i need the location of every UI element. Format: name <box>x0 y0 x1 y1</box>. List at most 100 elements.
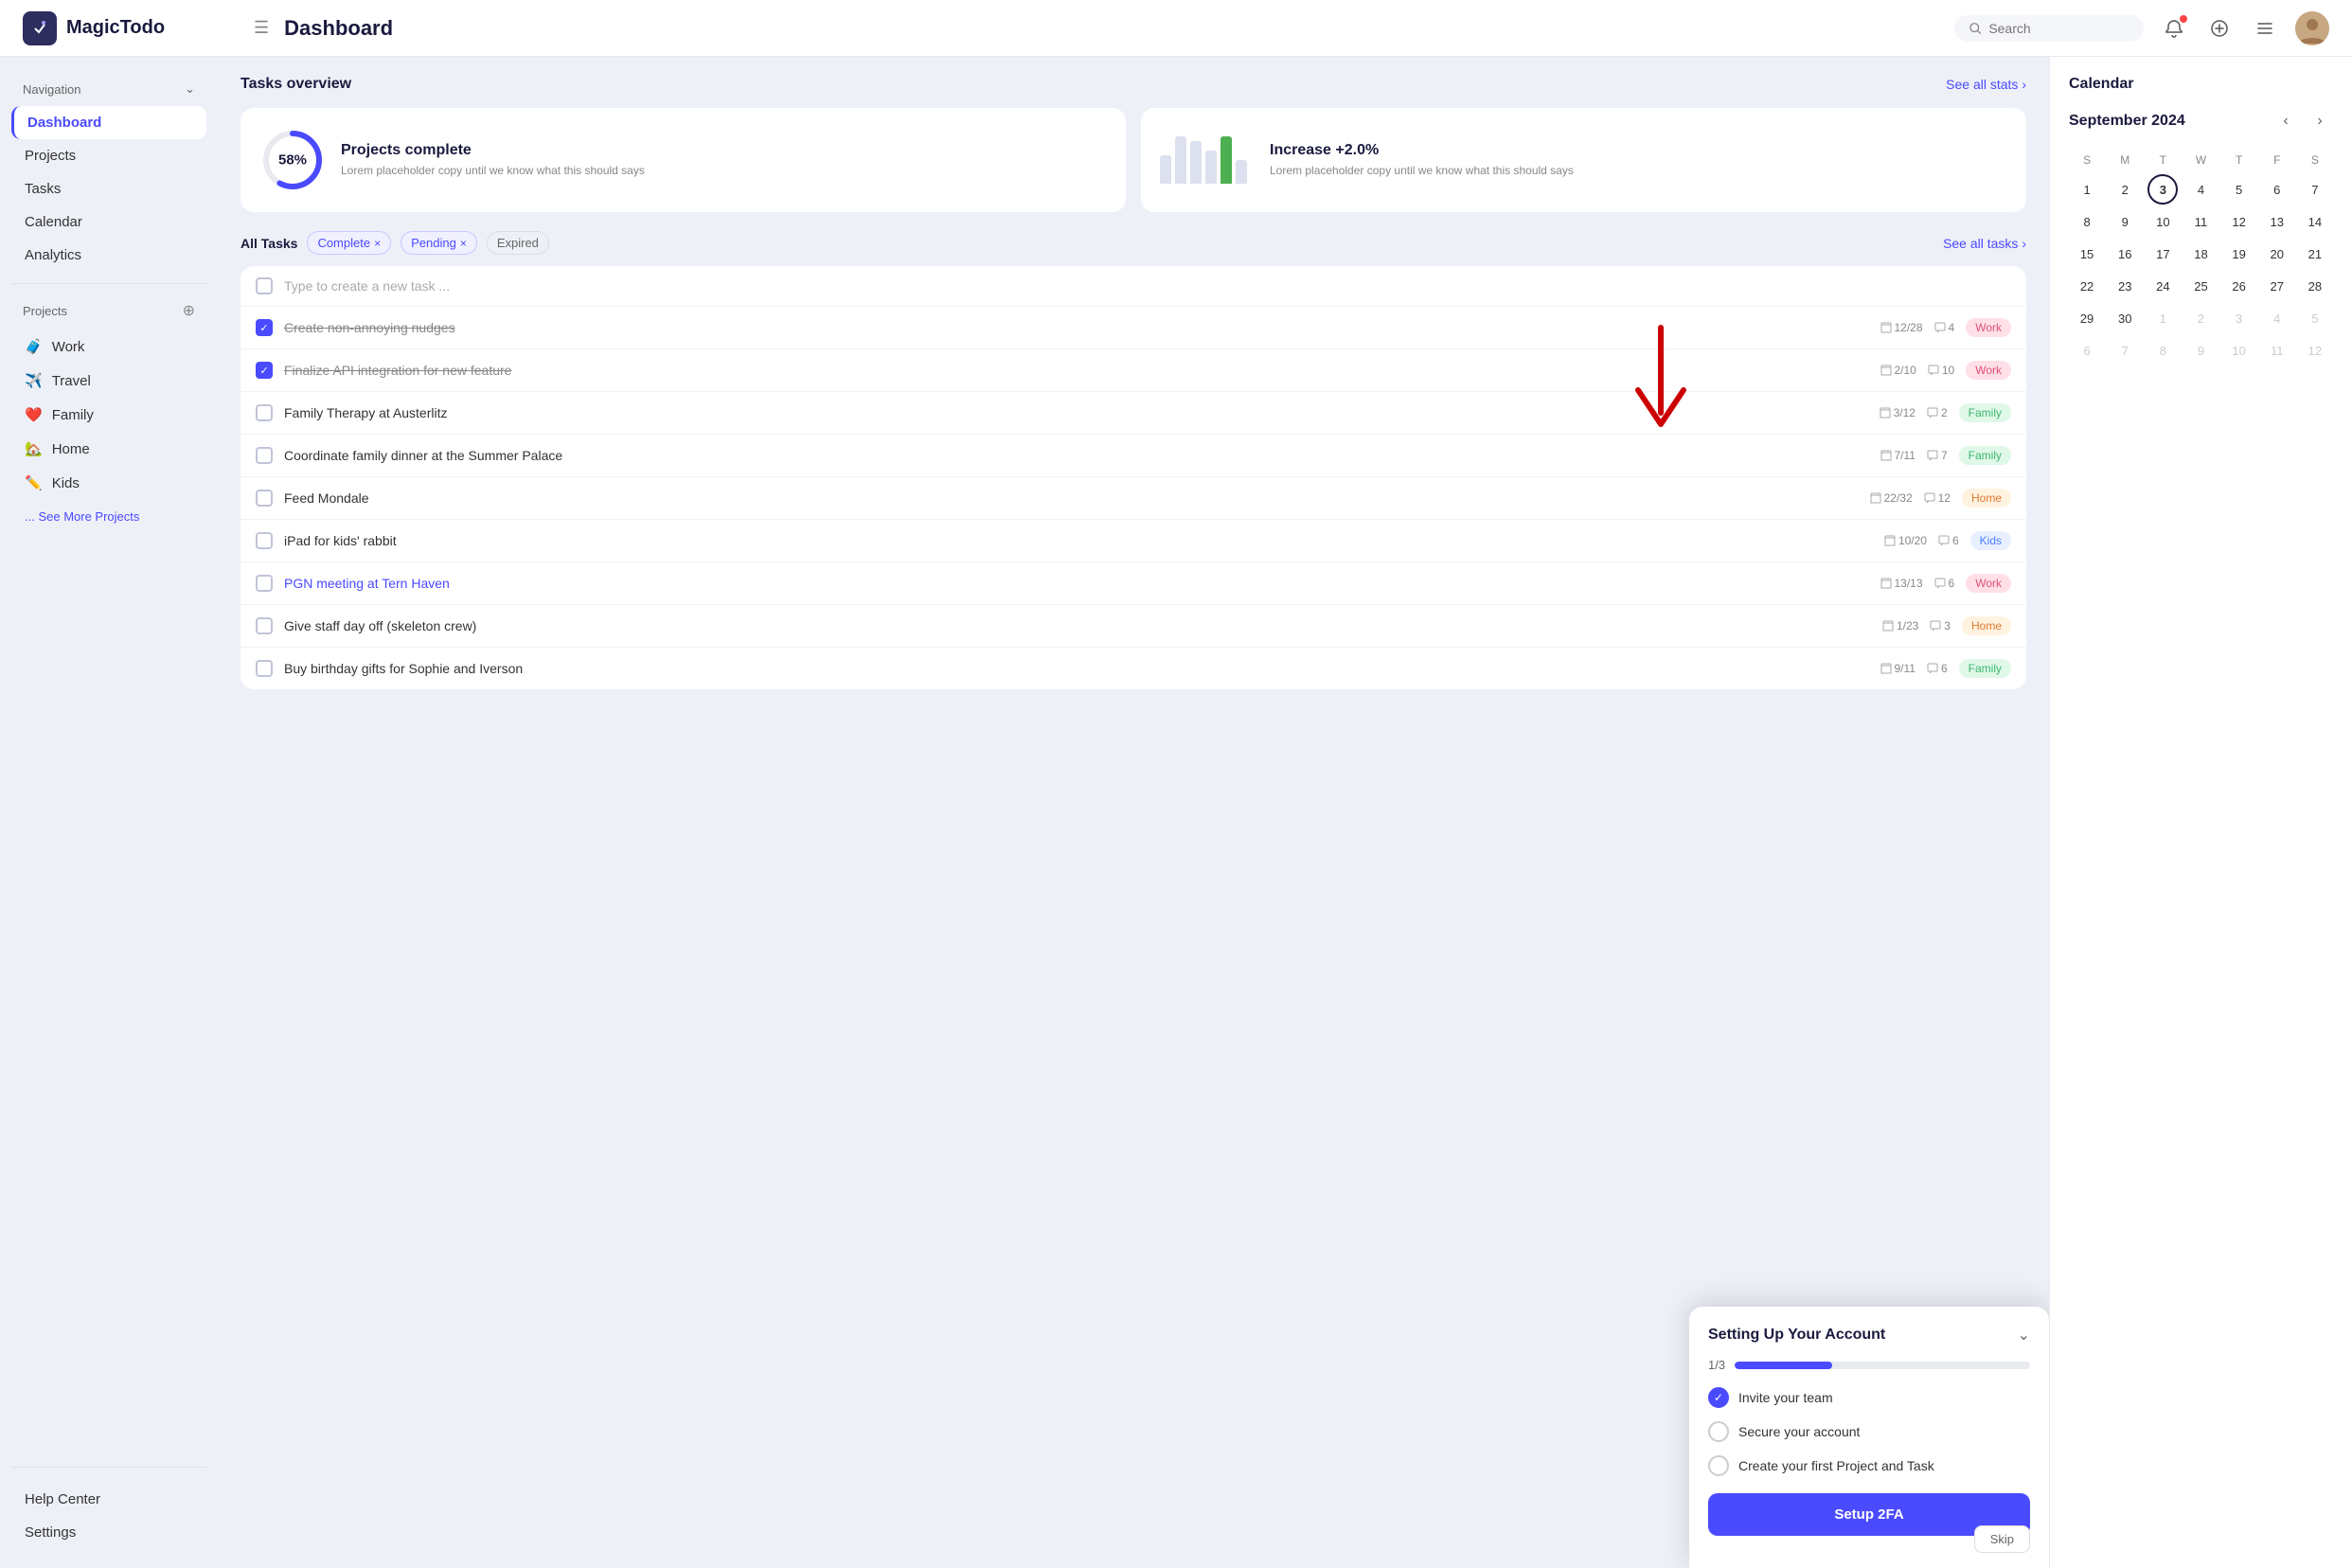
filter-pending-label: Pending <box>411 236 456 250</box>
skip-button[interactable]: Skip <box>1974 1525 2030 1553</box>
calendar-day[interactable]: 5 <box>2300 303 2330 333</box>
calendar-day[interactable]: 4 <box>2185 174 2216 205</box>
sidebar-item-travel[interactable]: ✈️Travel <box>11 364 206 398</box>
sidebar-item-home[interactable]: 🏡Home <box>11 432 206 466</box>
task-checkbox-5[interactable] <box>256 447 273 464</box>
calendar-day[interactable]: 22 <box>2072 271 2102 301</box>
calendar-day[interactable]: 9 <box>2110 206 2140 237</box>
calendar-day[interactable]: 9 <box>2185 335 2216 365</box>
menu-button[interactable] <box>2250 13 2280 44</box>
sidebar-item-tasks[interactable]: Tasks <box>11 172 206 205</box>
calendar-day[interactable]: 11 <box>2185 206 2216 237</box>
task-checkbox-7[interactable] <box>256 532 273 549</box>
calendar-day[interactable]: 5 <box>2224 174 2254 205</box>
search-bar[interactable] <box>1954 15 2144 42</box>
search-input[interactable] <box>1988 21 2129 36</box>
calendar-day[interactable]: 20 <box>2262 239 2292 269</box>
calendar-day[interactable]: 17 <box>2147 239 2178 269</box>
sidebar-item-work[interactable]: 🧳Work <box>11 330 206 364</box>
calendar-day[interactable]: 18 <box>2185 239 2216 269</box>
avatar[interactable] <box>2295 11 2329 45</box>
add-project-icon[interactable]: ⊕ <box>183 301 195 320</box>
navigation-section[interactable]: Navigation ⌄ <box>11 76 206 102</box>
add-button[interactable] <box>2204 13 2235 44</box>
calendar-next-button[interactable]: › <box>2307 108 2333 134</box>
calendar-day[interactable]: 1 <box>2147 303 2178 333</box>
calendar-day[interactable]: 29 <box>2072 303 2102 333</box>
sidebar-item-projects[interactable]: Projects <box>11 139 206 172</box>
calendar-day[interactable]: 26 <box>2224 271 2254 301</box>
calendar-day[interactable]: 6 <box>2072 335 2102 365</box>
filter-complete-label: Complete <box>317 236 370 250</box>
calendar-day[interactable]: 7 <box>2110 335 2140 365</box>
table-row: Buy birthday gifts for Sophie and Iverso… <box>241 648 2026 689</box>
calendar-day[interactable]: 23 <box>2110 271 2140 301</box>
task-checkbox-2[interactable]: ✓ <box>256 319 273 336</box>
calendar-day[interactable]: 15 <box>2072 239 2102 269</box>
filter-complete[interactable]: Complete × <box>307 231 391 255</box>
sidebar-item-analytics[interactable]: Analytics <box>11 239 206 272</box>
filter-expired[interactable]: Expired <box>487 231 549 255</box>
calendar-day[interactable]: 2 <box>2185 303 2216 333</box>
calendar-day[interactable]: 25 <box>2185 271 2216 301</box>
sidebar-item-dashboard[interactable]: Dashboard <box>11 106 206 139</box>
sidebar-item-calendar[interactable]: Calendar <box>11 205 206 239</box>
calendar-day[interactable]: 28 <box>2300 271 2330 301</box>
calendar-day[interactable]: 4 <box>2262 303 2292 333</box>
new-task-checkbox[interactable] <box>256 277 273 294</box>
calendar-day[interactable]: 11 <box>2262 335 2292 365</box>
calendar-title: Calendar <box>2069 76 2133 93</box>
popup-header: Setting Up Your Account ⌄ <box>1708 1326 2030 1345</box>
calendar-day[interactable]: 14 <box>2300 206 2330 237</box>
calendar-day[interactable]: 10 <box>2147 206 2178 237</box>
sidebar-item-help[interactable]: Help Center <box>11 1483 206 1516</box>
notification-dot <box>2180 15 2187 23</box>
calendar-day[interactable]: 1 <box>2072 174 2102 205</box>
task-checkbox-6[interactable] <box>256 490 273 507</box>
task-checkbox-9[interactable] <box>256 617 273 634</box>
calendar-day[interactable]: 24 <box>2147 271 2178 301</box>
sidebar-item-kids[interactable]: ✏️Kids <box>11 466 206 500</box>
filter-pending-remove[interactable]: × <box>460 237 467 250</box>
new-task-placeholder[interactable]: Type to create a new task ... <box>284 278 450 294</box>
task-checkbox-8[interactable] <box>256 575 273 592</box>
calendar-day[interactable]: 8 <box>2072 206 2102 237</box>
filter-complete-remove[interactable]: × <box>374 237 381 250</box>
home-label: Home <box>52 441 90 457</box>
bar-1 <box>1160 155 1171 184</box>
sidebar-item-settings[interactable]: Settings <box>11 1516 206 1549</box>
notification-button[interactable] <box>2159 13 2189 44</box>
popup-item-label: Secure your account <box>1738 1424 1860 1439</box>
filter-pending[interactable]: Pending × <box>401 231 477 255</box>
calendar-day[interactable]: 12 <box>2300 335 2330 365</box>
calendar-day[interactable]: 19 <box>2224 239 2254 269</box>
calendar-prev-button[interactable]: ‹ <box>2272 108 2299 134</box>
calendar-day[interactable]: 27 <box>2262 271 2292 301</box>
calendar-day[interactable]: 8 <box>2147 335 2178 365</box>
hamburger-icon[interactable]: ☰ <box>254 18 269 38</box>
calendar-day[interactable]: 6 <box>2262 174 2292 205</box>
bar-6 <box>1236 160 1247 184</box>
calendar-day[interactable]: 7 <box>2300 174 2330 205</box>
task-checkbox-4[interactable] <box>256 404 273 421</box>
calendar-day[interactable]: 30 <box>2110 303 2140 333</box>
logo[interactable]: MagicTodo <box>23 11 231 45</box>
see-all-tasks-link[interactable]: See all tasks › <box>1943 236 2026 251</box>
calendar-day[interactable]: 12 <box>2224 206 2254 237</box>
calendar-day[interactable]: 3 <box>2224 303 2254 333</box>
popup-collapse-icon[interactable]: ⌄ <box>2018 1326 2030 1345</box>
calendar-day[interactable]: 13 <box>2262 206 2292 237</box>
calendar-day[interactable]: 3 <box>2147 174 2178 205</box>
task-checkbox-3[interactable]: ✓ <box>256 362 273 379</box>
calendar-day-headers: SMTWTFS <box>2069 150 2333 170</box>
see-more-projects[interactable]: ... See More Projects <box>11 504 206 529</box>
calendar-day[interactable]: 21 <box>2300 239 2330 269</box>
calendar-day[interactable]: 16 <box>2110 239 2140 269</box>
task-date-5: 7/11 <box>1880 449 1915 462</box>
calendar-day[interactable]: 10 <box>2224 335 2254 365</box>
task-checkbox-10[interactable] <box>256 660 273 677</box>
sidebar-item-family[interactable]: ❤️Family <box>11 398 206 432</box>
calendar-day[interactable]: 2 <box>2110 174 2140 205</box>
see-all-stats-link[interactable]: See all stats › <box>1946 77 2026 92</box>
task-meta-3: 2/10 10 Work <box>1880 361 2012 380</box>
